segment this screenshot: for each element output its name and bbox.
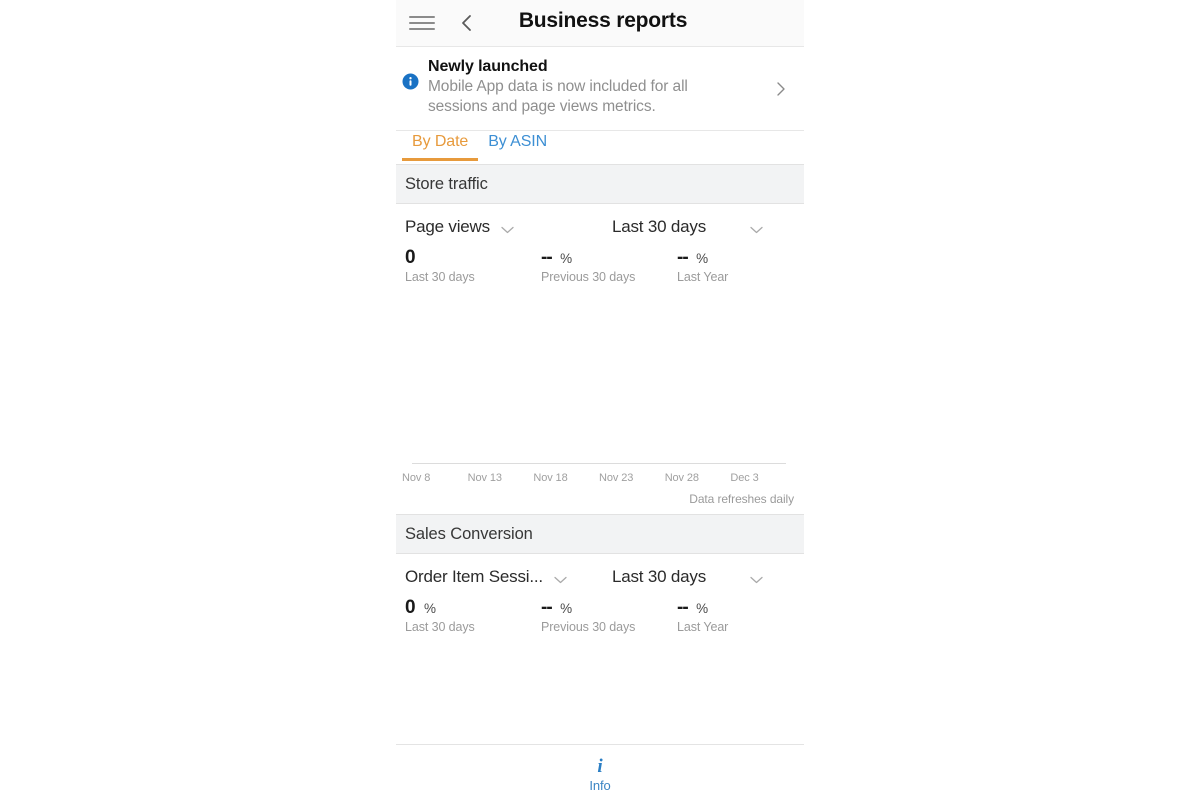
newly-launched-banner[interactable]: Newly launched Mobile App data is now in… (396, 47, 804, 131)
stat-last-year: -- % Last Year (677, 248, 797, 292)
stat-current: 0 % Last 30 days (405, 598, 541, 642)
chart-plot-area (412, 292, 786, 464)
stat-value: 0 (405, 247, 416, 268)
stat-last-year: -- % Last Year (677, 598, 797, 642)
bottom-nav-label: Info (589, 777, 611, 793)
stat-label: Previous 30 days (541, 620, 636, 634)
stat-value: 0 (405, 597, 416, 618)
bottom-nav-item-info[interactable]: i Info (589, 753, 610, 793)
sales-conversion-chart-area (396, 642, 804, 728)
chart-x-tick-labels: Nov 8 Nov 13 Nov 18 Nov 23 Nov 28 Dec 3 (402, 472, 796, 484)
tab-by-asin[interactable]: By ASIN (478, 131, 557, 160)
date-range-value: Last 30 days (612, 567, 706, 586)
chevron-down-icon (749, 222, 764, 234)
date-range-selector-store-traffic[interactable]: Last 30 days (610, 217, 790, 237)
stat-unit: % (560, 601, 573, 616)
chevron-down-icon (553, 572, 568, 584)
content-spacer (396, 728, 804, 744)
store-traffic-card: Page views Last 30 days 0 Last 30 days -… (396, 204, 804, 514)
page-title: Business reports (518, 9, 688, 32)
stat-label: Previous 30 days (541, 270, 636, 284)
metric-selector-value: Page views (405, 217, 490, 236)
date-range-selector-sales-conversion[interactable]: Last 30 days (610, 567, 790, 587)
stat-current: 0 Last 30 days (405, 248, 541, 292)
section-header-store-traffic: Store traffic (396, 165, 804, 204)
stat-label: Last Year (677, 620, 729, 634)
app-bar: Business reports (396, 0, 804, 47)
stat-unit: % (424, 601, 437, 616)
report-tabs: By Date By ASIN (396, 131, 804, 165)
date-range-value: Last 30 days (612, 217, 706, 236)
stat-unit: % (560, 251, 573, 266)
sales-conversion-selectors: Order Item Sessi... Last 30 days (396, 554, 804, 596)
chart-x-tick: Nov 23 (599, 472, 634, 484)
info-icon: i (597, 755, 603, 777)
stat-value: -- (677, 247, 689, 268)
stat-previous: -- % Previous 30 days (541, 248, 677, 292)
stat-value: -- (677, 597, 689, 618)
tab-by-date[interactable]: By Date (402, 131, 479, 161)
stat-label: Last 30 days (405, 270, 475, 284)
stat-unit: % (696, 251, 709, 266)
section-header-sales-conversion: Sales Conversion (396, 515, 804, 554)
chart-x-tick: Nov 28 (664, 472, 699, 484)
app-viewport: Business reports Newly launched Mobile A… (396, 0, 804, 800)
chevron-down-icon (500, 222, 515, 234)
chart-x-tick: Nov 8 (402, 472, 431, 484)
store-traffic-stats: 0 Last 30 days -- % Previous 30 days -- … (396, 246, 804, 292)
banner-title: Newly launched (428, 58, 548, 75)
chart-footnote: Data refreshes daily (689, 492, 794, 506)
info-circle-icon (402, 73, 419, 90)
chevron-right-icon[interactable] (774, 81, 788, 97)
metric-selector-order-item-session[interactable]: Order Item Sessi... (405, 567, 610, 587)
sales-conversion-card: Order Item Sessi... Last 30 days 0 % Las… (396, 554, 804, 728)
chart-x-tick: Nov 13 (467, 472, 502, 484)
banner-body: Mobile App data is now included for all … (428, 78, 688, 115)
bottom-nav-bar: i Info (396, 744, 804, 800)
chart-x-axis-line (412, 463, 786, 464)
stat-label: Last 30 days (405, 620, 475, 634)
stat-value: -- (541, 247, 553, 268)
chevron-down-icon (749, 572, 764, 584)
metric-selector-value: Order Item Sessi... (405, 567, 543, 586)
stat-label: Last Year (677, 270, 729, 284)
metric-selector-page-views[interactable]: Page views (405, 217, 610, 237)
sales-conversion-stats: 0 % Last 30 days -- % Previous 30 days -… (396, 596, 804, 642)
stat-value: -- (541, 597, 553, 618)
stat-unit: % (696, 601, 709, 616)
chart-x-tick: Dec 3 (730, 472, 759, 484)
stat-previous: -- % Previous 30 days (541, 598, 677, 642)
store-traffic-selectors: Page views Last 30 days (396, 204, 804, 246)
page-views-chart: Nov 8 Nov 13 Nov 18 Nov 23 Nov 28 Dec 3 (396, 292, 804, 492)
chart-x-tick: Nov 18 (533, 472, 568, 484)
